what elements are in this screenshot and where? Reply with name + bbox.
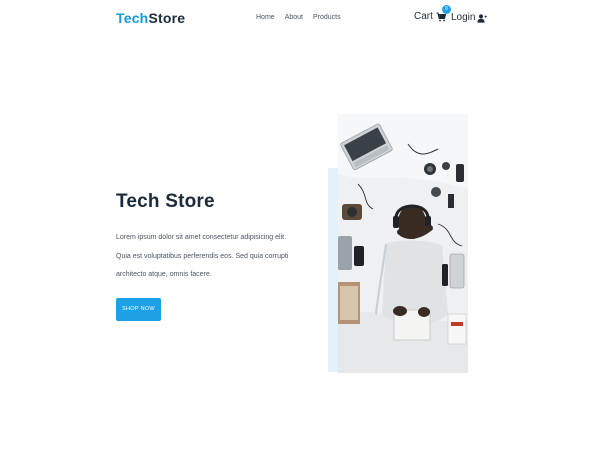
login-label: Login [451,12,476,23]
nav-home-link[interactable]: Home [256,13,275,23]
cart-label: Cart [414,11,433,22]
cart-count-badge: 0 [441,5,451,14]
nav-products-link[interactable]: Products [313,13,341,23]
hero-image [338,114,468,373]
shopping-cart-icon: 0 [436,5,451,22]
logo-part-tech: Tech [116,10,149,26]
nav-about-link[interactable]: About [285,13,303,23]
site-logo[interactable]: TechStore [116,9,185,27]
login-link[interactable]: Login [451,12,488,24]
hero-description: Lorem ipsum dolor sit amet consectetur a… [116,234,289,278]
hero-title: Tech Store [116,191,215,212]
shop-now-button[interactable]: SHOP NOW [116,298,161,321]
main-nav: Home About Products [256,13,341,23]
logo-part-store: Store [148,10,186,26]
user-plus-icon [477,13,488,23]
site-header: TechStore Home About Products Cart 0 Log… [0,0,600,38]
cart-link[interactable]: Cart 0 [414,5,451,23]
